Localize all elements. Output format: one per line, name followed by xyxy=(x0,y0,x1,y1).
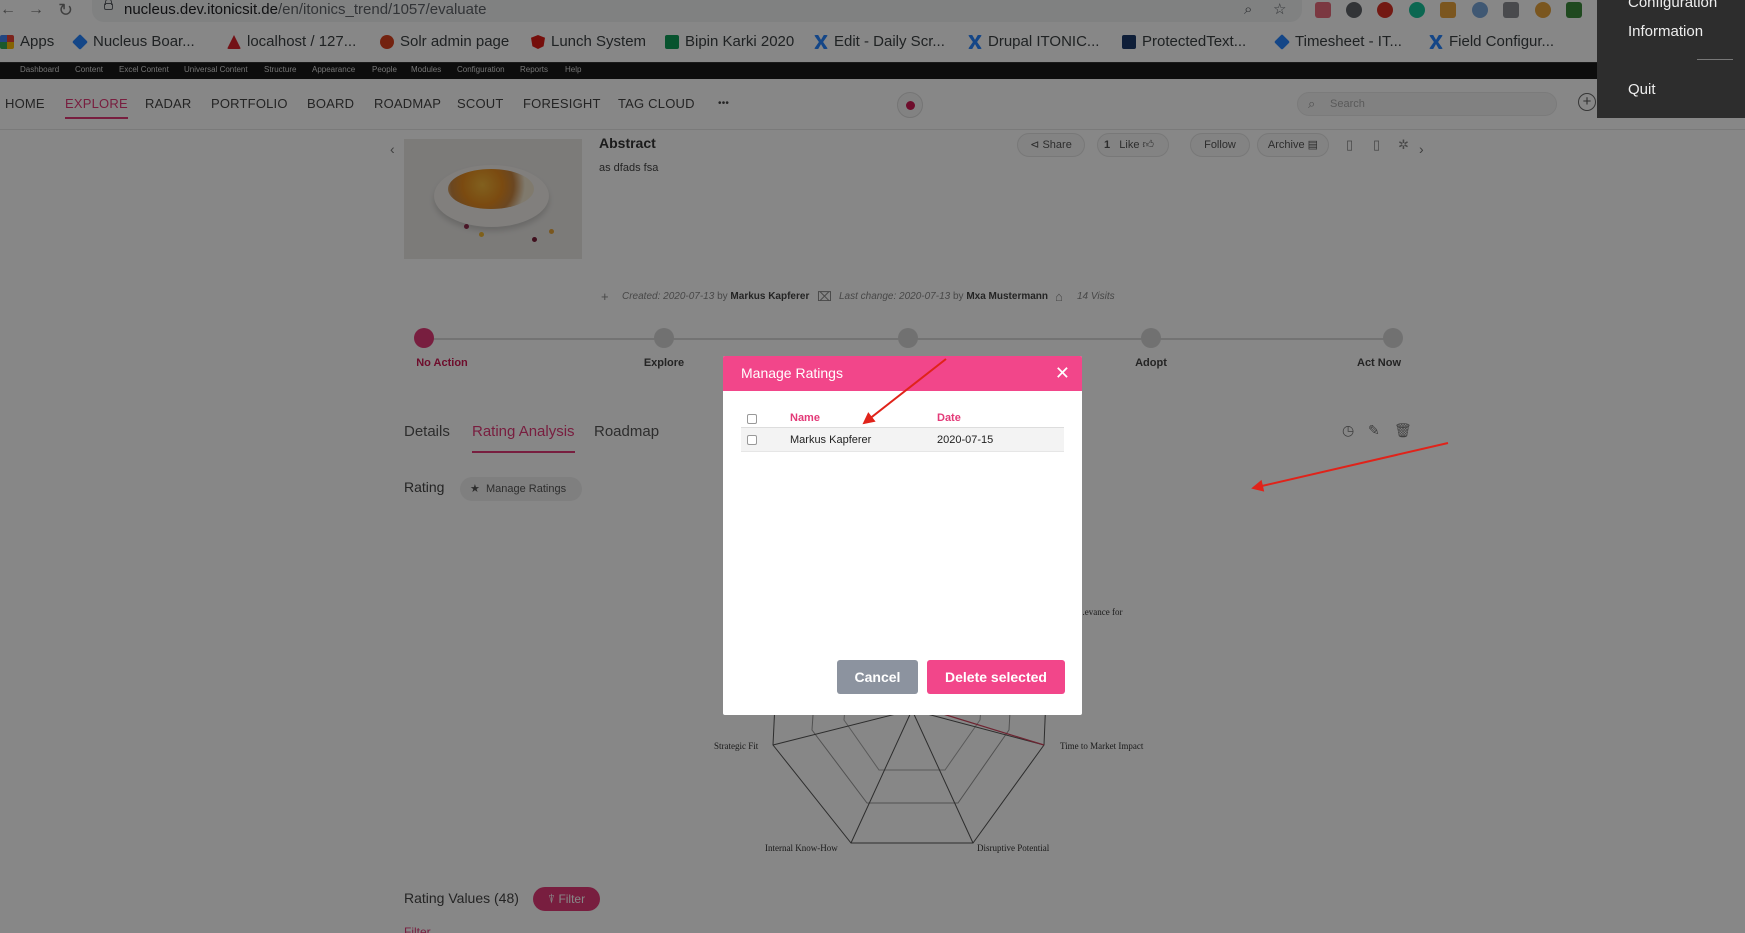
manage-ratings-modal: Manage Ratings ✕ Name Date Markus Kapfer… xyxy=(723,356,1082,715)
row-date: 2020-07-15 xyxy=(937,434,994,446)
menu-item-information[interactable]: Information xyxy=(1628,23,1703,40)
cancel-button[interactable]: Cancel xyxy=(837,660,918,694)
modal-title: Manage Ratings xyxy=(741,365,843,381)
menu-item-configuration[interactable]: Configuration xyxy=(1628,0,1717,11)
menu-item-quit[interactable]: Quit xyxy=(1628,81,1656,98)
close-icon[interactable]: ✕ xyxy=(1055,356,1070,391)
column-header-name[interactable]: Name xyxy=(790,412,820,424)
ratings-table: Name Date Markus Kapferer 2020-07-15 xyxy=(741,410,1064,452)
column-header-date[interactable]: Date xyxy=(937,412,961,424)
table-row: Markus Kapferer 2020-07-15 xyxy=(741,428,1064,452)
menu-divider xyxy=(1697,59,1733,60)
row-name: Markus Kapferer xyxy=(790,434,872,446)
table-header: Name Date xyxy=(741,410,1064,428)
screen: ← → ↻ nucleus.dev.itonicsit.de/en/itonic… xyxy=(0,0,1745,933)
delete-selected-button[interactable]: Delete selected xyxy=(927,660,1065,694)
user-menu: Configuration Information Quit xyxy=(1597,0,1745,118)
row-checkbox[interactable] xyxy=(747,435,757,445)
modal-header: Manage Ratings ✕ xyxy=(723,356,1082,391)
select-all-checkbox[interactable] xyxy=(747,414,757,424)
